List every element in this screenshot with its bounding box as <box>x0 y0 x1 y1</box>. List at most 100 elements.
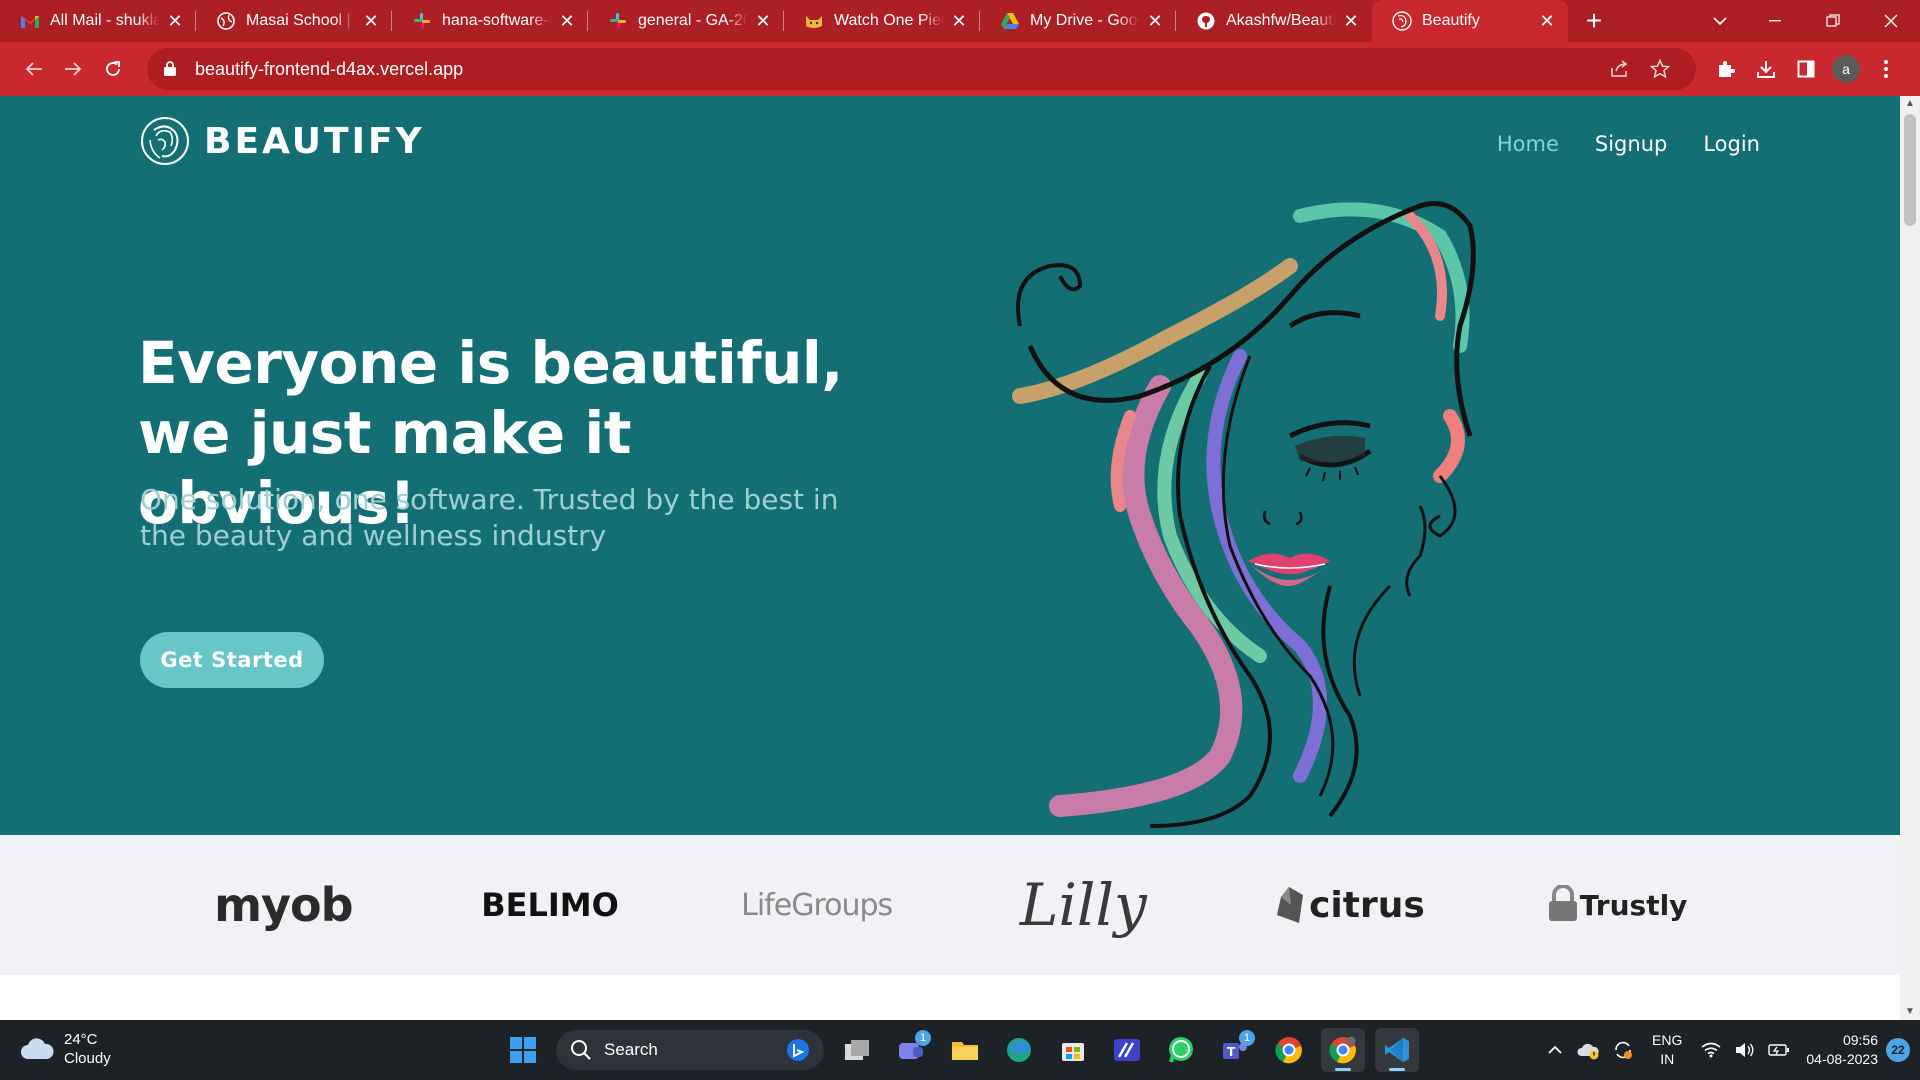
tab-masai[interactable]: Masai School | Platform ✕ <box>196 0 392 42</box>
whiteboard-icon[interactable] <box>1105 1028 1149 1072</box>
clock-time: 09:56 <box>1842 1032 1878 1048</box>
close-tab-icon[interactable]: ✕ <box>362 12 380 30</box>
teams-chat-icon[interactable]: 1 <box>889 1028 933 1072</box>
profile-avatar[interactable]: a <box>1826 49 1866 89</box>
nav-login-link[interactable]: Login <box>1703 132 1760 156</box>
notification-badge: 1 <box>1239 1030 1255 1046</box>
tab-beautify[interactable]: Beautify ✕ <box>1372 0 1568 42</box>
scroll-down-arrow-icon[interactable]: ▼ <box>1900 1004 1920 1020</box>
bookmark-star-icon[interactable] <box>1640 49 1680 89</box>
teams-icon[interactable]: T 1 <box>1213 1028 1257 1072</box>
taskbar-apps: Search 1 T 1 <box>496 1028 1424 1072</box>
svg-text:T: T <box>1227 1045 1236 1059</box>
windows-start-icon[interactable] <box>501 1028 545 1072</box>
taskbar-search[interactable]: Search <box>556 1030 824 1070</box>
weather-widget[interactable]: 24°C Cloudy <box>20 1030 111 1068</box>
chrome-icon[interactable] <box>1267 1028 1311 1072</box>
forward-arrow-icon[interactable] <box>54 49 94 89</box>
chrome-profile-icon[interactable] <box>1321 1028 1365 1072</box>
windows-taskbar: 24°C Cloudy Search 1 T 1 ENG IN 09:56 04… <box>0 1020 1920 1080</box>
clock-date: 04-08-2023 <box>1806 1051 1878 1067</box>
lock-icon[interactable] <box>163 60 179 78</box>
close-tab-icon[interactable]: ✕ <box>1146 12 1164 30</box>
address-bar[interactable]: beautify-frontend-d4ax.vercel.app <box>146 48 1696 90</box>
vscode-icon[interactable] <box>1375 1028 1419 1072</box>
tab-search-chevron-icon[interactable] <box>1700 0 1740 42</box>
language-indicator[interactable]: ENG IN <box>1652 1031 1682 1069</box>
close-window-icon[interactable] <box>1862 0 1920 42</box>
minimize-icon[interactable] <box>1746 0 1804 42</box>
extensions-icon[interactable] <box>1706 49 1746 89</box>
task-view-icon[interactable] <box>835 1028 879 1072</box>
download-icon[interactable] <box>1746 49 1786 89</box>
kebab-menu-icon[interactable] <box>1866 49 1906 89</box>
hero-subheadline: One solution, one software. Trusted by t… <box>140 483 839 552</box>
scroll-up-arrow-icon[interactable]: ▲ <box>1900 96 1920 112</box>
client-logo-belimo: BELIMO <box>481 886 619 924</box>
profile-initial: a <box>1831 55 1860 83</box>
nav-home-link[interactable]: Home <box>1497 132 1559 156</box>
clock[interactable]: 09:56 04-08-2023 <box>1806 1031 1878 1069</box>
client-logo-trustly: Trustly <box>1542 865 1692 945</box>
side-panel-icon[interactable] <box>1786 49 1826 89</box>
github-icon <box>1196 11 1216 31</box>
tab-google-drive[interactable]: My Drive - Google Drive ✕ <box>980 0 1176 42</box>
edge-browser-icon[interactable] <box>997 1028 1041 1072</box>
tab-title: Akashfw/Beautify <box>1226 12 1336 29</box>
page-viewport: BEAUTIFY Home Signup Login Everyone is b… <box>0 96 1900 1020</box>
url-text[interactable]: beautify-frontend-d4ax.vercel.app <box>195 59 1600 80</box>
tab-gmail[interactable]: All Mail - shuklaakash ✕ <box>0 0 196 42</box>
system-tray: ENG IN 09:56 04-08-2023 22 <box>1538 1020 1920 1080</box>
tab-title: Masai School | Platform <box>246 12 356 29</box>
whatsapp-icon[interactable] <box>1159 1028 1203 1072</box>
client-logo-lilly: Lilly <box>1019 871 1147 939</box>
beautify-logo-icon <box>141 117 189 165</box>
cat-icon <box>804 11 824 31</box>
nav-signup-link[interactable]: Signup <box>1595 132 1667 156</box>
chevron-up-icon[interactable] <box>1540 1035 1570 1065</box>
onedrive-warning-icon[interactable] <box>1574 1035 1604 1065</box>
battery-icon[interactable] <box>1764 1035 1794 1065</box>
notification-count-badge[interactable]: 22 <box>1886 1038 1910 1062</box>
close-tab-icon[interactable]: ✕ <box>950 12 968 30</box>
main-nav: Home Signup Login <box>1497 132 1760 156</box>
window-controls <box>1746 0 1920 42</box>
get-started-button[interactable]: Get Started <box>140 632 324 688</box>
search-icon <box>571 1040 591 1060</box>
close-tab-icon[interactable]: ✕ <box>1342 12 1360 30</box>
browser-toolbar: beautify-frontend-d4ax.vercel.app a <box>0 42 1920 96</box>
restore-icon[interactable] <box>1804 0 1862 42</box>
page-scrollbar[interactable]: ▲ ▼ <box>1900 96 1920 1020</box>
wifi-icon[interactable] <box>1696 1035 1726 1065</box>
microsoft-store-icon[interactable] <box>1051 1028 1095 1072</box>
sync-icon[interactable] <box>1608 1035 1638 1065</box>
browser-tab-strip: All Mail - shuklaakash ✕ Masai School | … <box>0 0 1920 42</box>
slack-icon <box>412 11 432 31</box>
tab-title: general - GA-201 | Slack <box>638 12 748 29</box>
tab-title: All Mail - shuklaakash <box>50 12 160 29</box>
scrollbar-thumb[interactable] <box>1904 114 1916 226</box>
trustly-lock-icon <box>1548 885 1577 921</box>
close-tab-icon[interactable]: ✕ <box>166 12 184 30</box>
tab-one-piece[interactable]: Watch One Piece ✕ <box>784 0 980 42</box>
brand[interactable]: BEAUTIFY <box>140 116 425 166</box>
new-tab-button[interactable]: + <box>1574 0 1614 42</box>
close-tab-icon[interactable]: ✕ <box>558 12 576 30</box>
close-tab-icon[interactable]: ✕ <box>754 12 772 30</box>
back-arrow-icon[interactable] <box>14 49 54 89</box>
file-explorer-icon[interactable] <box>943 1028 987 1072</box>
client-logos-strip: myob BELIMO LifeGroups Lilly citrus Trus… <box>0 835 1900 975</box>
slack-icon <box>608 11 628 31</box>
client-logo-citrus: citrus <box>1275 865 1425 945</box>
weather-temperature: 24°C <box>64 1031 98 1048</box>
tab-github[interactable]: Akashfw/Beautify ✕ <box>1176 0 1372 42</box>
share-icon[interactable] <box>1600 49 1640 89</box>
reload-icon[interactable] <box>93 49 133 89</box>
tab-slack-general[interactable]: general - GA-201 | Slack ✕ <box>588 0 784 42</box>
close-tab-icon[interactable]: ✕ <box>1538 12 1556 30</box>
cloud-icon <box>21 1038 54 1059</box>
tab-title: hana-software-87 | Slack <box>442 12 552 29</box>
volume-icon[interactable] <box>1730 1035 1760 1065</box>
tab-slack-hana[interactable]: hana-software-87 | Slack ✕ <box>392 0 588 42</box>
bing-icon[interactable] <box>786 1038 810 1062</box>
